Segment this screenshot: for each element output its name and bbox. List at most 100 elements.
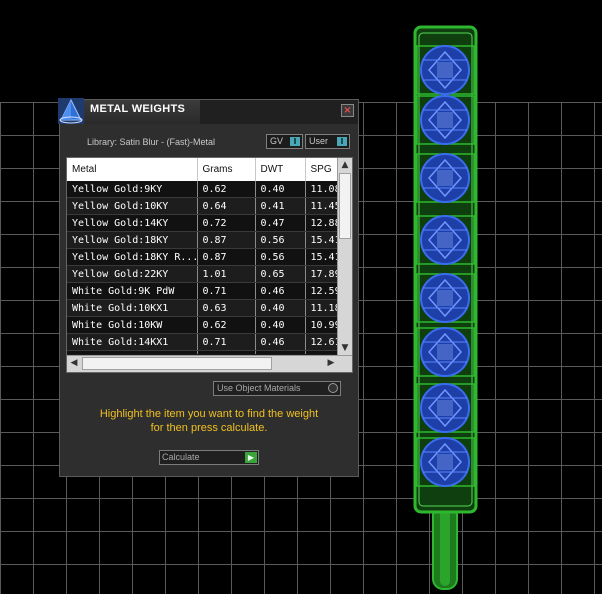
spg-cell: 11.18 (305, 299, 337, 317)
table-row[interactable]: Yellow Gold:9KY0.620.4011.08 (67, 181, 337, 198)
pyramid-logo-icon (58, 98, 84, 124)
table-row[interactable]: White Gold:10KW0.620.4010.99 (67, 316, 337, 334)
gv-toggle[interactable]: GV I (266, 134, 303, 149)
gv-toggle-label: GV (270, 136, 284, 146)
metal-table: Metal Grams DWT SPG Yellow Gold:9KY 0.62 0… (66, 157, 353, 373)
scroll-right-icon[interactable]: ▶ (324, 356, 338, 371)
vertical-scrollbar[interactable]: ▲ ▼ (337, 158, 352, 355)
gem-table (437, 344, 453, 360)
metal-cell: White Gold:9K PdW (67, 282, 198, 300)
panel-titlebar[interactable]: METAL WEIGHTS × (58, 98, 358, 124)
metal-cell: White Gold:14KX1 (67, 333, 198, 351)
grams-cell: 1.01 (197, 265, 256, 283)
instruction-line: for then press calculate. (150, 422, 268, 434)
table-row[interactable]: White Gold:9K PdW0.710.4612.59 (67, 282, 337, 300)
metal-weights-panel: METAL WEIGHTS × Library: Satin Blur - (F… (58, 98, 359, 477)
gem-table (437, 454, 453, 470)
dwt-cell: 0.56 (255, 231, 306, 249)
metal-cell: White Gold:14K PdW (67, 350, 198, 354)
spg-cell: 12.59 (305, 282, 337, 300)
user-toggle[interactable]: User I (305, 134, 350, 149)
column-header-dwt[interactable]: DWT (255, 158, 306, 181)
dwt-cell: 0.52 (255, 350, 306, 354)
vertical-scroll-thumb[interactable] (339, 173, 351, 239)
spg-cell: 12.61 (305, 333, 337, 351)
metal-cell: White Gold:10KX1 (67, 299, 198, 317)
calculate-label: Calculate (162, 452, 200, 462)
radio-icon (328, 383, 338, 393)
table-row[interactable]: Yellow Gold:18KY0.870.5615.41 (67, 231, 337, 249)
spg-cell: 11.08 (305, 181, 337, 198)
column-header-metal[interactable]: Metal (67, 158, 198, 181)
gem-table (437, 112, 453, 128)
table-header-row: Metal Grams DWT SPG (67, 158, 337, 181)
table-row[interactable]: Yellow Gold:18KY R...0.870.5615.41 (67, 248, 337, 266)
dwt-cell: 0.40 (255, 299, 306, 317)
instruction-line: Highlight the item you want to find the … (99, 408, 319, 420)
instruction-text: Highlight the item you want to find the … (74, 407, 344, 435)
grams-cell: 0.62 (197, 316, 256, 334)
grams-cell: 0.87 (197, 248, 256, 266)
dwt-cell: 0.46 (255, 333, 306, 351)
dwt-cell: 0.65 (255, 265, 306, 283)
spg-cell: 17.89 (305, 265, 337, 283)
table-row[interactable]: Yellow Gold:22KY1.010.6517.89 (67, 265, 337, 283)
grams-cell: 0.71 (197, 282, 256, 300)
column-header-grams[interactable]: Grams (197, 158, 256, 181)
play-arrow-icon: ▶ (245, 452, 257, 463)
column-header-spg[interactable]: SPG (305, 158, 337, 181)
grams-cell: 0.71 (197, 333, 256, 351)
gem-table (437, 170, 453, 186)
spg-cell: 15.41 (305, 231, 337, 249)
use-object-materials-toggle[interactable]: Use Object Materials (213, 381, 341, 396)
table-row[interactable]: Yellow Gold:10KY0.640.4111.45 (67, 197, 337, 215)
grams-cell: 0.87 (197, 231, 256, 249)
panel-title: METAL WEIGHTS (90, 103, 186, 115)
metal-cell: Yellow Gold:14KY (67, 214, 198, 232)
spg-cell: 15.41 (305, 248, 337, 266)
spg-cell: 10.99 (305, 316, 337, 334)
scroll-down-icon[interactable]: ▼ (338, 341, 352, 355)
grams-cell: 0.63 (197, 299, 256, 317)
gem-table (437, 290, 453, 306)
toggle-knob-icon: I (290, 137, 300, 146)
dwt-cell: 0.40 (255, 181, 306, 198)
metal-cell: Yellow Gold:10KY (67, 197, 198, 215)
spg-cell: 12.88 (305, 214, 337, 232)
gem-table (437, 232, 453, 248)
table-row[interactable]: White Gold:14KX10.710.4612.61 (67, 333, 337, 351)
table-row[interactable]: White Gold:14K PdW0.810.5214.37 (67, 350, 337, 354)
scroll-up-icon[interactable]: ▲ (338, 158, 352, 172)
metal-cell: Yellow Gold:18KY R... (67, 248, 198, 266)
dwt-cell: 0.40 (255, 316, 306, 334)
metal-cell: White Gold:10KW (67, 316, 198, 334)
spg-cell: 14.37 (305, 350, 337, 354)
scroll-left-icon[interactable]: ◀ (67, 356, 81, 371)
grams-cell: 0.64 (197, 197, 256, 215)
dwt-cell: 0.41 (255, 197, 306, 215)
gem-table (437, 400, 453, 416)
grams-cell: 0.62 (197, 181, 256, 198)
dwt-cell: 0.47 (255, 214, 306, 232)
user-toggle-label: User (309, 136, 329, 146)
dwt-cell: 0.56 (255, 248, 306, 266)
title-strip (200, 100, 358, 124)
horizontal-scroll-thumb[interactable] (82, 357, 272, 370)
horizontal-scrollbar[interactable]: ◀ ▶ (67, 355, 352, 372)
use-object-materials-label: Use Object Materials (217, 383, 301, 393)
metal-cell: Yellow Gold:22KY (67, 265, 198, 283)
dwt-cell: 0.46 (255, 282, 306, 300)
spg-cell: 11.45 (305, 197, 337, 215)
metal-table-viewport: Metal Grams DWT SPG Yellow Gold:9KY 0.62 0… (67, 158, 337, 354)
calculate-button[interactable]: Calculate ▶ (159, 450, 259, 465)
toggle-knob-icon: I (337, 137, 347, 146)
table-row[interactable]: White Gold:10KX10.630.4011.18 (67, 299, 337, 317)
table-row[interactable]: Yellow Gold:14KY0.720.4712.88 (67, 214, 337, 232)
metal-cell: Yellow Gold:18KY (67, 231, 198, 249)
library-label: Library: Satin Blur - (Fast)-Metal (87, 137, 216, 147)
gem-table (437, 62, 453, 78)
grams-cell: 0.81 (197, 350, 256, 354)
close-icon[interactable]: × (341, 104, 354, 117)
grams-cell: 0.72 (197, 214, 256, 232)
metal-cell: Yellow Gold:9KY (67, 181, 198, 198)
